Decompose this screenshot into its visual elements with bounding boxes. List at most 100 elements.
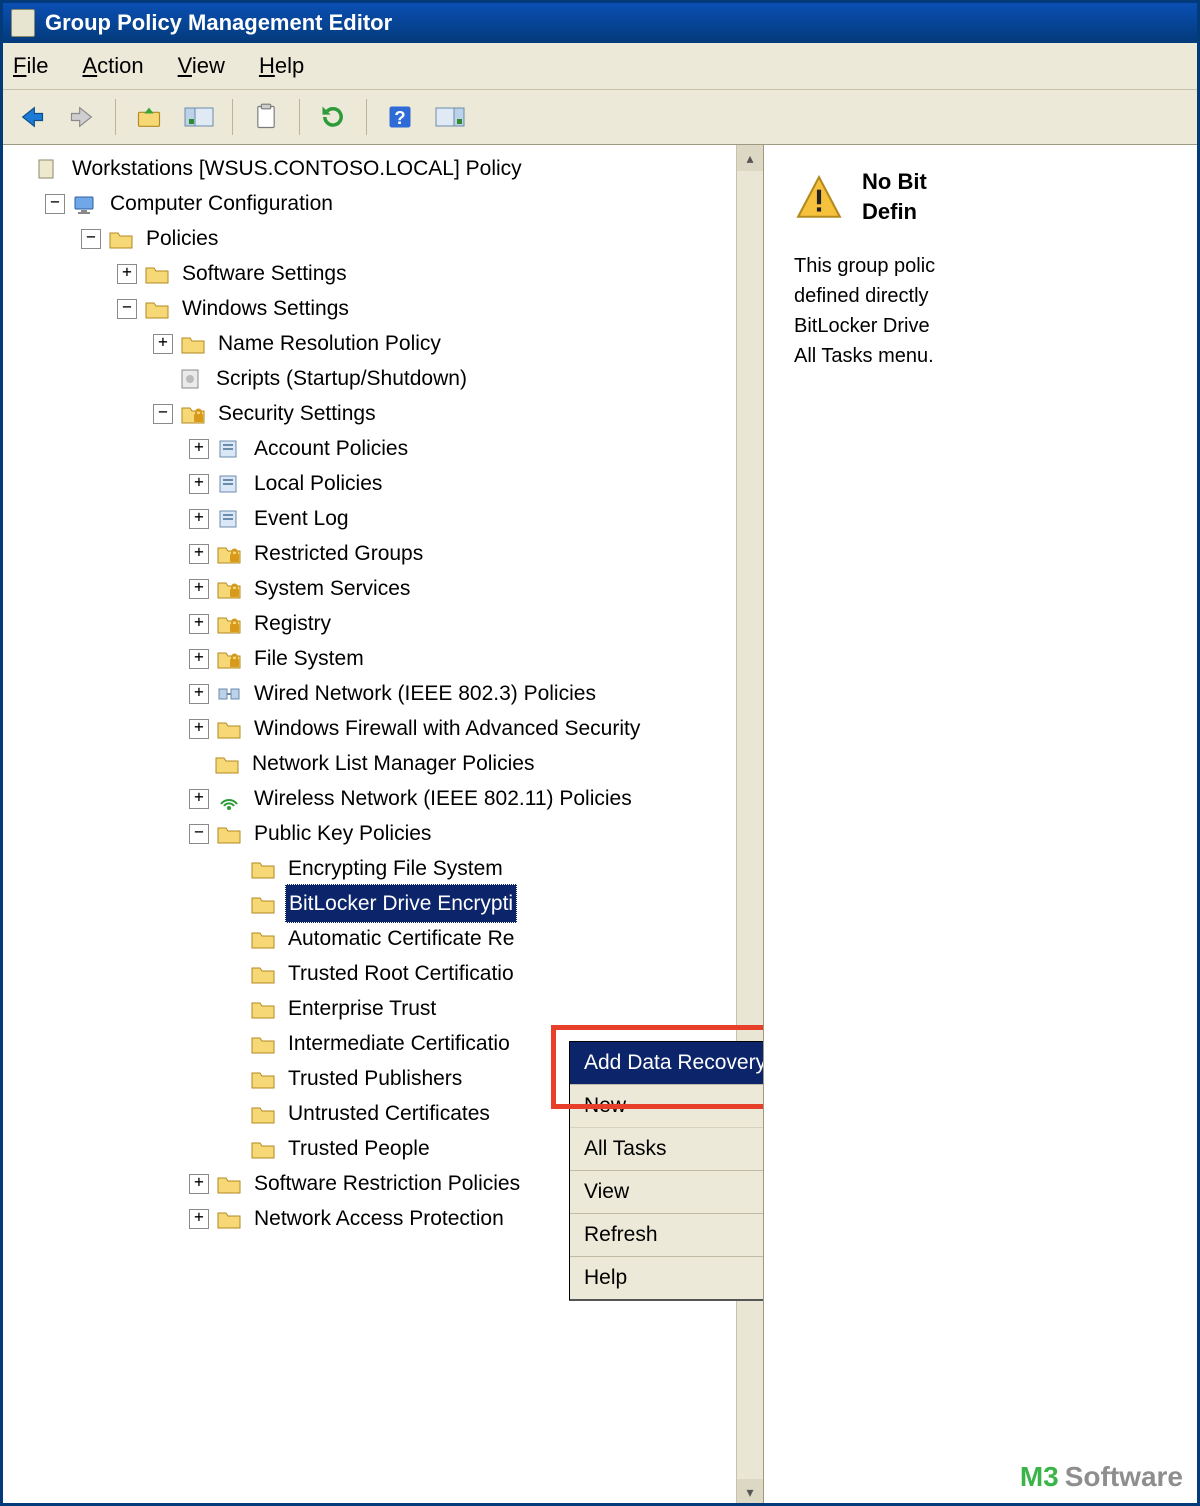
expander-blank — [225, 860, 243, 878]
tree-node-fs[interactable]: +File System — [9, 641, 763, 676]
tree-scrollbar[interactable]: ▴ ▾ — [736, 145, 763, 1505]
tree-node-reg[interactable]: + Registry — [9, 606, 763, 641]
folder-icon — [145, 298, 169, 320]
expand-icon[interactable]: + — [117, 264, 137, 284]
folder-lock-icon — [217, 543, 241, 565]
folder-icon — [251, 858, 275, 880]
tree-node-label: Automatic Certificate Re — [285, 920, 517, 957]
tree-node-loc[interactable]: + Local Policies — [9, 466, 763, 501]
tree-node-label: System Services — [251, 570, 413, 607]
folder-lock-icon — [181, 403, 205, 425]
collapse-icon[interactable]: − — [117, 299, 137, 319]
tree-node-rg[interactable]: + Restricted Groups — [9, 536, 763, 571]
ctx-new[interactable]: New ▶ — [570, 1084, 764, 1127]
back-button[interactable] — [9, 96, 55, 138]
expand-icon[interactable]: + — [189, 509, 209, 529]
ctx-add-data-recovery-agent[interactable]: Add Data Recovery Agent... — [570, 1042, 764, 1084]
tree-node-scr[interactable]: Scripts (Startup/Shutdown) — [9, 361, 763, 396]
collapse-icon[interactable]: − — [153, 404, 173, 424]
expand-icon[interactable]: + — [189, 789, 209, 809]
tree-node-label: Enterprise Trust — [285, 990, 439, 1027]
policy-icon — [217, 508, 241, 530]
up-folder-button[interactable] — [126, 96, 172, 138]
expand-icon[interactable]: + — [189, 474, 209, 494]
tree-node-root[interactable]: Workstations [WSUS.CONTOSO.LOCAL] Policy — [9, 151, 763, 186]
tree-node-wn11[interactable]: +Wireless Network (IEEE 802.11) Policies — [9, 781, 763, 816]
ctx-all-tasks[interactable]: All Tasks ▶ — [570, 1127, 764, 1170]
expander-blank — [225, 1035, 243, 1053]
tree-node-cc[interactable]: −Computer Configuration — [9, 186, 763, 221]
toolbar: ? — [3, 90, 1197, 145]
tree-node-label: Account Policies — [251, 430, 411, 467]
ctx-help[interactable]: Help — [570, 1256, 764, 1299]
expand-icon[interactable]: + — [153, 334, 173, 354]
folder-icon — [181, 333, 205, 355]
collapse-icon[interactable]: − — [45, 194, 65, 214]
tree-node-ss[interactable]: +Software Settings — [9, 256, 763, 291]
properties-button[interactable] — [243, 96, 289, 138]
tree-node-acc[interactable]: + Account Policies — [9, 431, 763, 466]
menu-help[interactable]: Help — [259, 53, 304, 79]
context-menu: Add Data Recovery Agent... New ▶ All Tas… — [569, 1041, 764, 1301]
ctx-refresh[interactable]: Refresh — [570, 1213, 764, 1256]
expander-blank — [225, 930, 243, 948]
tree-node-pol[interactable]: −Policies — [9, 221, 763, 256]
tree-node-label: Windows Settings — [179, 290, 352, 327]
tree-node-ws[interactable]: − Windows Settings — [9, 291, 763, 326]
show-hide-tree-button[interactable] — [176, 96, 222, 138]
tree-node-ent[interactable]: Enterprise Trust — [9, 991, 763, 1026]
scroll-down-icon[interactable]: ▾ — [737, 1479, 763, 1505]
expand-icon[interactable]: + — [189, 684, 209, 704]
scroll-up-icon[interactable]: ▴ — [737, 145, 763, 171]
tree-node-nlm[interactable]: Network List Manager Policies — [9, 746, 763, 781]
tree-node-evl[interactable]: +Event Log — [9, 501, 763, 536]
tree[interactable]: Workstations [WSUS.CONTOSO.LOCAL] Policy… — [3, 145, 763, 1505]
tree-node-label: Local Policies — [251, 465, 385, 502]
expand-icon[interactable]: + — [189, 649, 209, 669]
tree-node-wn3[interactable]: +Wired Network (IEEE 802.3) Policies — [9, 676, 763, 711]
menu-view[interactable]: View — [178, 53, 225, 79]
tree-node-label: Registry — [251, 605, 334, 642]
expand-icon[interactable]: + — [189, 719, 209, 739]
tree-node-label: Restricted Groups — [251, 535, 426, 572]
tree-node-sec[interactable]: − Security Settings — [9, 396, 763, 431]
refresh-button[interactable] — [310, 96, 356, 138]
expander-blank — [225, 1000, 243, 1018]
expander-blank — [225, 1140, 243, 1158]
expander-blank — [225, 1105, 243, 1123]
folder-icon — [251, 1138, 275, 1160]
doc-icon — [35, 158, 59, 180]
details-header: No Bit Defin — [794, 167, 1175, 227]
tree-node-label: Intermediate Certificatio — [285, 1025, 513, 1062]
tree-node-nrp[interactable]: +Name Resolution Policy — [9, 326, 763, 361]
tree-node-acr[interactable]: Automatic Certificate Re — [9, 921, 763, 956]
tree-node-bde[interactable]: BitLocker Drive Encrypti — [9, 886, 763, 921]
expand-icon[interactable]: + — [189, 1209, 209, 1229]
expand-icon[interactable]: + — [189, 614, 209, 634]
expand-icon[interactable]: + — [189, 439, 209, 459]
folder-icon — [217, 1208, 241, 1230]
tree-node-trc[interactable]: Trusted Root Certificatio — [9, 956, 763, 991]
body: Workstations [WSUS.CONTOSO.LOCAL] Policy… — [3, 145, 1197, 1505]
details-pane-button[interactable] — [427, 96, 473, 138]
tree-node-ssv[interactable]: + System Services — [9, 571, 763, 606]
watermark-m3: M3 — [1020, 1461, 1059, 1493]
forward-button[interactable] — [59, 96, 105, 138]
expand-icon[interactable]: + — [189, 579, 209, 599]
tree-node-pkp[interactable]: −Public Key Policies — [9, 816, 763, 851]
menu-action[interactable]: Action — [82, 53, 143, 79]
ctx-view[interactable]: View ▶ — [570, 1170, 764, 1213]
expand-icon[interactable]: + — [189, 544, 209, 564]
tree-node-fw[interactable]: +Windows Firewall with Advanced Security — [9, 711, 763, 746]
help-button[interactable]: ? — [377, 96, 423, 138]
expander-blank — [225, 895, 243, 913]
ctx-item-label: Help — [584, 1266, 627, 1290]
collapse-icon[interactable]: − — [189, 824, 209, 844]
expand-icon[interactable]: + — [189, 1174, 209, 1194]
collapse-icon[interactable]: − — [81, 229, 101, 249]
tree-node-efs[interactable]: Encrypting File System — [9, 851, 763, 886]
expander-blank — [153, 370, 171, 388]
menu-file[interactable]: File — [13, 53, 48, 79]
tree-node-label: Security Settings — [215, 395, 379, 432]
tree-pane: Workstations [WSUS.CONTOSO.LOCAL] Policy… — [3, 145, 764, 1505]
